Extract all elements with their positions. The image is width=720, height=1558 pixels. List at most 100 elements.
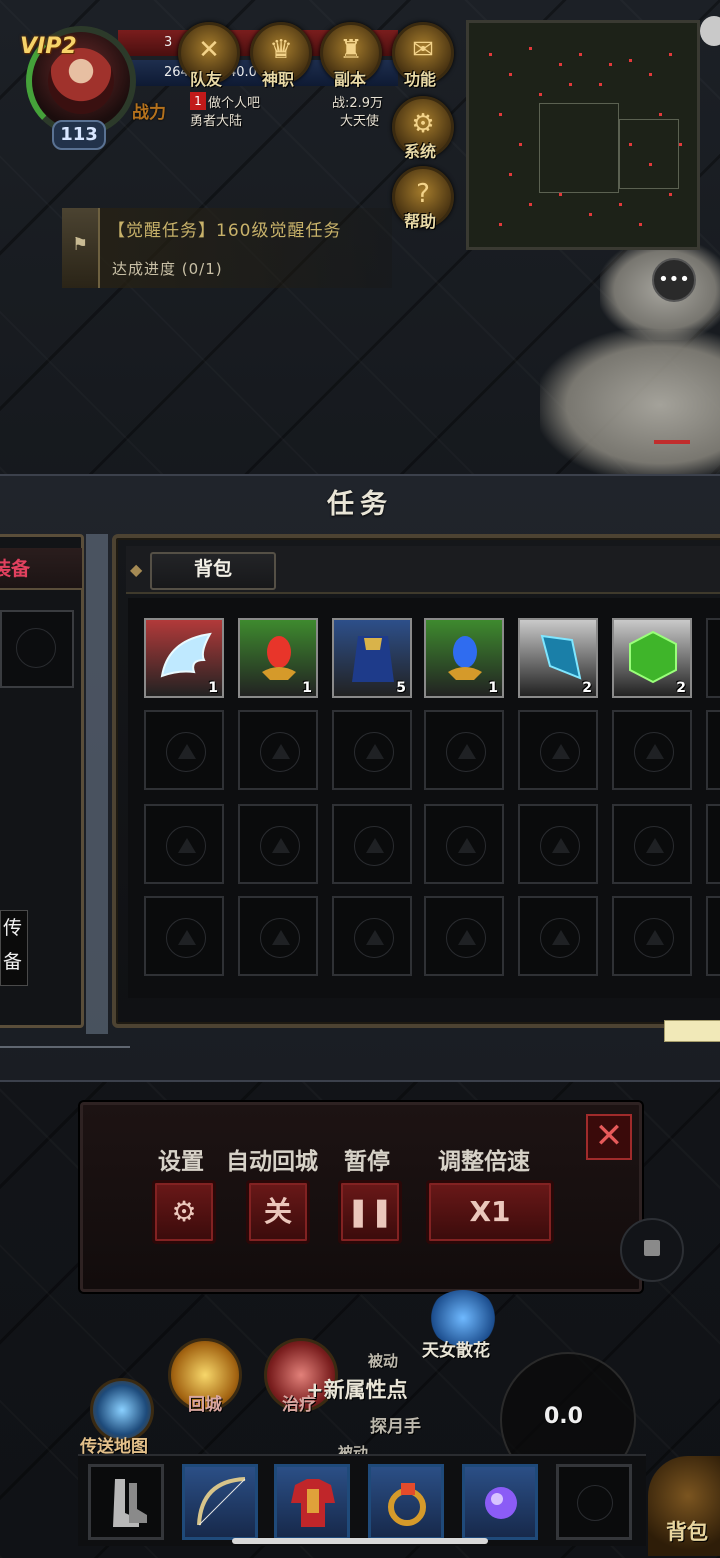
bag-item[interactable]: 1 <box>238 618 318 698</box>
quest-flag-icon[interactable]: ⚑ <box>62 208 100 288</box>
passive-label-1: 被动 <box>368 1352 399 1370</box>
pause-icon: ❚❚ <box>346 1195 394 1228</box>
bow-icon <box>197 1477 246 1526</box>
bag-slot-empty[interactable] <box>238 804 318 884</box>
quest-tracker[interactable]: ⚑ 【觉醒任务】160级觉醒任务 达成进度 (0/1) <box>62 208 392 288</box>
bag-slot-empty[interactable] <box>706 804 720 884</box>
bag-slot-empty[interactable] <box>144 710 224 790</box>
ring-icon <box>388 1483 426 1526</box>
pause-button[interactable]: ❚❚ <box>338 1180 402 1244</box>
auto-return-toggle[interactable]: 关 <box>246 1180 310 1244</box>
minimap[interactable] <box>466 20 700 250</box>
player-title: 大天使 <box>340 114 380 129</box>
new-attribute-points[interactable]: +新属性点 <box>306 1374 408 1404</box>
bag-slot-empty[interactable] <box>706 710 720 790</box>
quest-progress: 达成进度 (0/1) <box>112 260 223 278</box>
bag-slot-empty[interactable] <box>238 896 318 976</box>
minimap-enemy-dot <box>579 53 582 56</box>
minimap-enemy-dot <box>529 203 532 206</box>
bag-item[interactable]: 2 <box>518 618 598 698</box>
boots-icon <box>113 1479 147 1527</box>
bag-item[interactable]: 1 <box>144 618 224 698</box>
function-label: 功能 <box>404 70 437 89</box>
minimap-enemy-dot <box>609 63 612 66</box>
team-label: 队友 <box>190 70 223 89</box>
power-label: 战力 <box>132 103 166 123</box>
bag-slot-empty[interactable] <box>518 710 598 790</box>
bag-slot-empty[interactable] <box>144 804 224 884</box>
equipment-slot[interactable] <box>0 610 74 688</box>
item-count: 2 <box>676 680 686 696</box>
minimap-enemy-dot <box>669 193 672 196</box>
bag-slot-empty[interactable] <box>332 710 412 790</box>
bag-slot-empty[interactable] <box>144 896 224 976</box>
settings-button[interactable]: ⚙ <box>152 1180 216 1244</box>
hotbar-slot-boots[interactable] <box>88 1464 164 1540</box>
minimap-enemy-dot <box>639 223 642 226</box>
team-name: 做个人吧 <box>208 96 261 111</box>
bag-slot-empty[interactable] <box>706 896 720 976</box>
bag-slot-empty[interactable] <box>238 710 318 790</box>
player-level: 113 <box>52 120 106 150</box>
bag-slot-empty[interactable] <box>518 896 598 976</box>
question-mark-icon: ? <box>416 179 430 209</box>
bag-slot-empty[interactable] <box>612 804 692 884</box>
divider <box>0 1046 130 1048</box>
minimap-enemy-dot <box>509 73 512 76</box>
minimap-wall <box>539 103 619 193</box>
bag-slot-empty[interactable] <box>424 804 504 884</box>
bag-item[interactable]: 5 <box>332 618 412 698</box>
bag-slot-empty[interactable] <box>612 710 692 790</box>
panel-action-button[interactable] <box>664 1020 720 1042</box>
bag-slot-empty[interactable] <box>424 710 504 790</box>
necklace-icon <box>485 1487 517 1519</box>
bag-slot-empty[interactable] <box>612 896 692 976</box>
label-settings: 设置 <box>158 1149 204 1175</box>
hotbar-slot-empty[interactable] <box>556 1464 632 1540</box>
bag-slot-empty[interactable] <box>332 896 412 976</box>
hotbar-slot-necklace[interactable] <box>462 1464 538 1540</box>
minimap-enemy-dot <box>679 143 682 146</box>
bag-item[interactable]: 1 <box>424 618 504 698</box>
minimap-enemy-dot <box>619 203 622 206</box>
item-count: 5 <box>396 680 406 696</box>
minimap-enemy-dot <box>489 53 492 56</box>
minimap-wall <box>619 119 679 189</box>
tab-bag[interactable]: 背包 <box>150 552 276 590</box>
system-label: 系统 <box>404 142 437 161</box>
minimap-enemy-dot <box>569 83 572 86</box>
team-badge: 1 <box>190 92 206 110</box>
help-label: 帮助 <box>404 212 437 231</box>
skill-name-1: 天女散花 <box>422 1341 490 1361</box>
tab-arrow-icon: ◆ <box>130 560 143 579</box>
panel-divider <box>86 534 108 1034</box>
close-icon[interactable]: ✕ <box>586 1114 632 1160</box>
minimap-enemy-dot <box>529 47 532 50</box>
lock-icon[interactable] <box>620 1218 684 1282</box>
hotbar-slot-ring[interactable] <box>368 1464 444 1540</box>
bag-slot-empty[interactable] <box>518 804 598 884</box>
minimap-enemy-dot <box>659 113 662 116</box>
speed-button[interactable]: X1 <box>426 1180 554 1244</box>
battle-power: 战:2.9万 <box>332 96 384 111</box>
quest-title: 【觉醒任务】160级觉醒任务 <box>108 221 342 241</box>
label-pause: 暂停 <box>344 1149 390 1175</box>
label-auto-return: 自动回城 <box>226 1149 318 1175</box>
hotbar-slot-bow[interactable] <box>182 1464 258 1540</box>
tab-equipment[interactable]: 装备 <box>0 548 82 590</box>
bag-item[interactable]: 2 <box>612 618 692 698</box>
minimap-enemy-dot <box>599 83 602 86</box>
panel-title: 任务 <box>327 489 393 520</box>
bag-slot-empty[interactable] <box>332 804 412 884</box>
chat-icon[interactable]: ••• <box>652 258 696 302</box>
vip-badge[interactable]: VIP2 <box>20 34 84 70</box>
minimap-enemy-dot <box>589 213 592 216</box>
hp-text: 3 <box>164 35 173 50</box>
minimap-enemy-dot <box>539 93 542 96</box>
hotbar-slot-armor[interactable] <box>274 1464 350 1540</box>
bag-slot-empty[interactable] <box>424 896 504 976</box>
terrain-patch <box>540 330 720 480</box>
bag-label[interactable]: 背包 <box>666 1516 708 1546</box>
bag-slot-empty[interactable] <box>706 618 720 698</box>
equipment-side-label[interactable]: 传备 <box>0 910 28 986</box>
